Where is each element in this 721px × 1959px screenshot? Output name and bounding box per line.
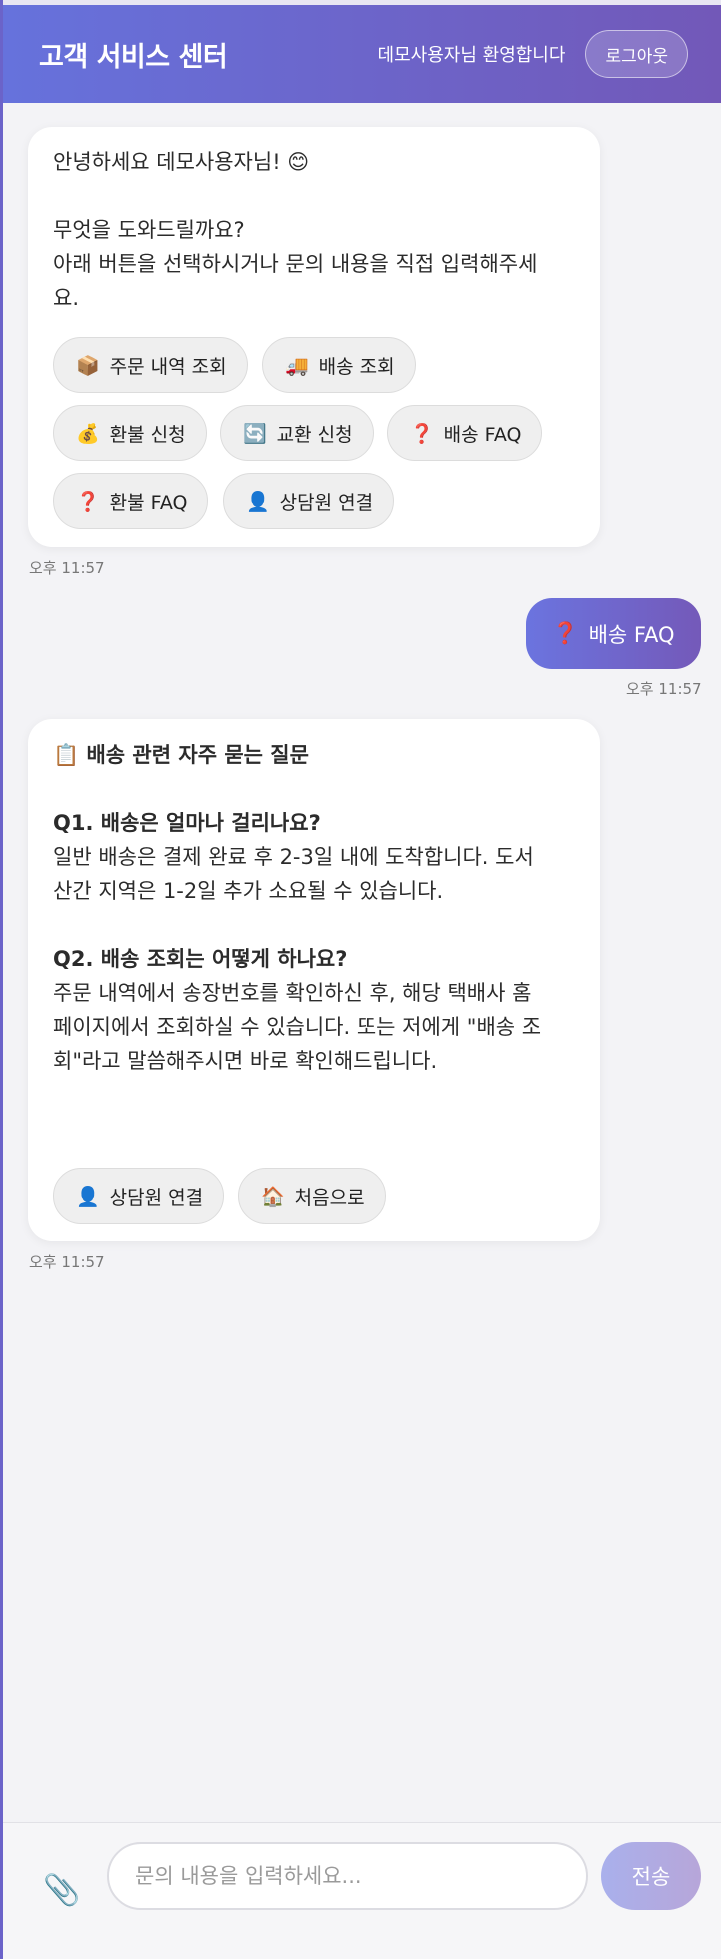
faq-title: 📋 배송 관련 자주 묻는 질문 bbox=[53, 743, 309, 767]
greeting-line: 무엇을 도와드릴까요? bbox=[53, 218, 245, 242]
quick-reply-refund-request[interactable]: 💰 환불 신청 bbox=[53, 405, 207, 461]
message-input[interactable] bbox=[107, 1842, 588, 1910]
page-title: 고객 서비스 센터 bbox=[39, 41, 228, 73]
welcome-text: 데모사용자님 환영합니다 bbox=[377, 45, 566, 66]
truck-icon: 🚚 bbox=[285, 354, 309, 377]
faq-answer-line: 페이지에서 조회하실 수 있습니다. 또는 저에게 "배송 조 bbox=[53, 1015, 542, 1039]
chip-label: 배송 조회 bbox=[318, 355, 395, 378]
paperclip-icon[interactable]: 📎 bbox=[43, 1873, 80, 1913]
chip-label: 교환 신청 bbox=[276, 423, 353, 446]
chip-label: 처음으로 bbox=[294, 1186, 365, 1209]
chip-label: 환불 신청 bbox=[109, 423, 186, 446]
header: 고객 서비스 센터 데모사용자님 환영합니다 로그아웃 bbox=[3, 0, 721, 103]
faq-question: Q2. 배송 조회는 어떻게 하나요? bbox=[53, 947, 348, 971]
message-timestamp: 오후 11:57 bbox=[626, 680, 702, 698]
faq-question: Q1. 배송은 얼마나 걸리나요? bbox=[53, 811, 321, 835]
refresh-icon: 🔄 bbox=[243, 422, 267, 445]
bot-message-faq: 📋 배송 관련 자주 묻는 질문 Q1. 배송은 얼마나 걸리나요? 일반 배송… bbox=[28, 719, 600, 1241]
bot-message-greeting: 안녕하세요 데모사용자님! 😊 무엇을 도와드릴까요? 아래 버튼을 선택하시거… bbox=[28, 127, 600, 547]
house-icon: 🏠 bbox=[261, 1185, 285, 1208]
faq-answer-line: 일반 배송은 결제 완료 후 2-3일 내에 도착합니다. 도서 bbox=[53, 845, 534, 869]
question-mark-icon: ❓ bbox=[410, 422, 434, 445]
greeting-line: 요. bbox=[53, 286, 79, 310]
chat-app: 고객 서비스 센터 데모사용자님 환영합니다 로그아웃 안녕하세요 데모사용자님… bbox=[0, 0, 721, 1959]
quick-reply-go-home[interactable]: 🏠 처음으로 bbox=[238, 1168, 386, 1224]
person-icon: 👤 bbox=[76, 1185, 100, 1208]
clipboard-icon: 📋 bbox=[53, 743, 80, 767]
logout-button[interactable]: 로그아웃 bbox=[585, 30, 688, 78]
quick-reply-exchange-request[interactable]: 🔄 교환 신청 bbox=[220, 405, 374, 461]
header-user-area: 데모사용자님 환영합니다 로그아웃 bbox=[378, 30, 688, 78]
message-timestamp: 오후 11:57 bbox=[29, 559, 105, 577]
quick-reply-refund-faq[interactable]: ❓ 환불 FAQ bbox=[53, 473, 209, 529]
faq-answer-line: 주문 내역에서 송장번호를 확인하신 후, 해당 택배사 홈 bbox=[53, 981, 532, 1005]
chip-label: 배송 FAQ bbox=[443, 423, 522, 446]
user-message-text: 배송 FAQ bbox=[588, 622, 675, 647]
greeting-line: 아래 버튼을 선택하시거나 문의 내용을 직접 입력해주세 bbox=[53, 252, 538, 276]
money-bag-icon: 💰 bbox=[76, 422, 100, 445]
greeting-text: 안녕하세요 데모사용자님! 😊 무엇을 도와드릴까요? 아래 버튼을 선택하시거… bbox=[53, 145, 583, 315]
faq-text: 📋 배송 관련 자주 묻는 질문 Q1. 배송은 얼마나 걸리나요? 일반 배송… bbox=[53, 738, 583, 1078]
send-button[interactable]: 전송 bbox=[601, 1842, 701, 1910]
quick-reply-delivery-tracking[interactable]: 🚚 배송 조회 bbox=[262, 337, 416, 393]
person-icon: 👤 bbox=[246, 490, 270, 513]
quick-reply-delivery-faq[interactable]: ❓ 배송 FAQ bbox=[387, 405, 543, 461]
message-timestamp: 오후 11:57 bbox=[29, 1253, 105, 1271]
question-mark-icon: ❓ bbox=[76, 490, 100, 513]
chip-label: 상담원 연결 bbox=[109, 1186, 204, 1209]
quick-reply-connect-agent[interactable]: 👤 상담원 연결 bbox=[53, 1168, 225, 1224]
quick-reply-connect-agent[interactable]: 👤 상담원 연결 bbox=[223, 473, 395, 529]
quick-reply-order-history[interactable]: 📦 주문 내역 조회 bbox=[53, 337, 248, 393]
user-message: ❓ 배송 FAQ bbox=[526, 598, 701, 669]
faq-answer-line: 산간 지역은 1-2일 추가 소요될 수 있습니다. bbox=[53, 879, 444, 903]
greeting-line: 안녕하세요 데모사용자님! 😊 bbox=[53, 150, 310, 174]
question-mark-icon: ❓ bbox=[552, 621, 579, 645]
faq-answer-line: 회"라고 말씀해주시면 바로 확인해드립니다. bbox=[53, 1049, 438, 1073]
chip-label: 주문 내역 조회 bbox=[109, 355, 227, 378]
chip-label: 상담원 연결 bbox=[279, 491, 374, 514]
chip-label: 환불 FAQ bbox=[109, 491, 188, 514]
message-input-bar: 📎 전송 bbox=[3, 1822, 721, 1959]
package-icon: 📦 bbox=[76, 354, 100, 377]
